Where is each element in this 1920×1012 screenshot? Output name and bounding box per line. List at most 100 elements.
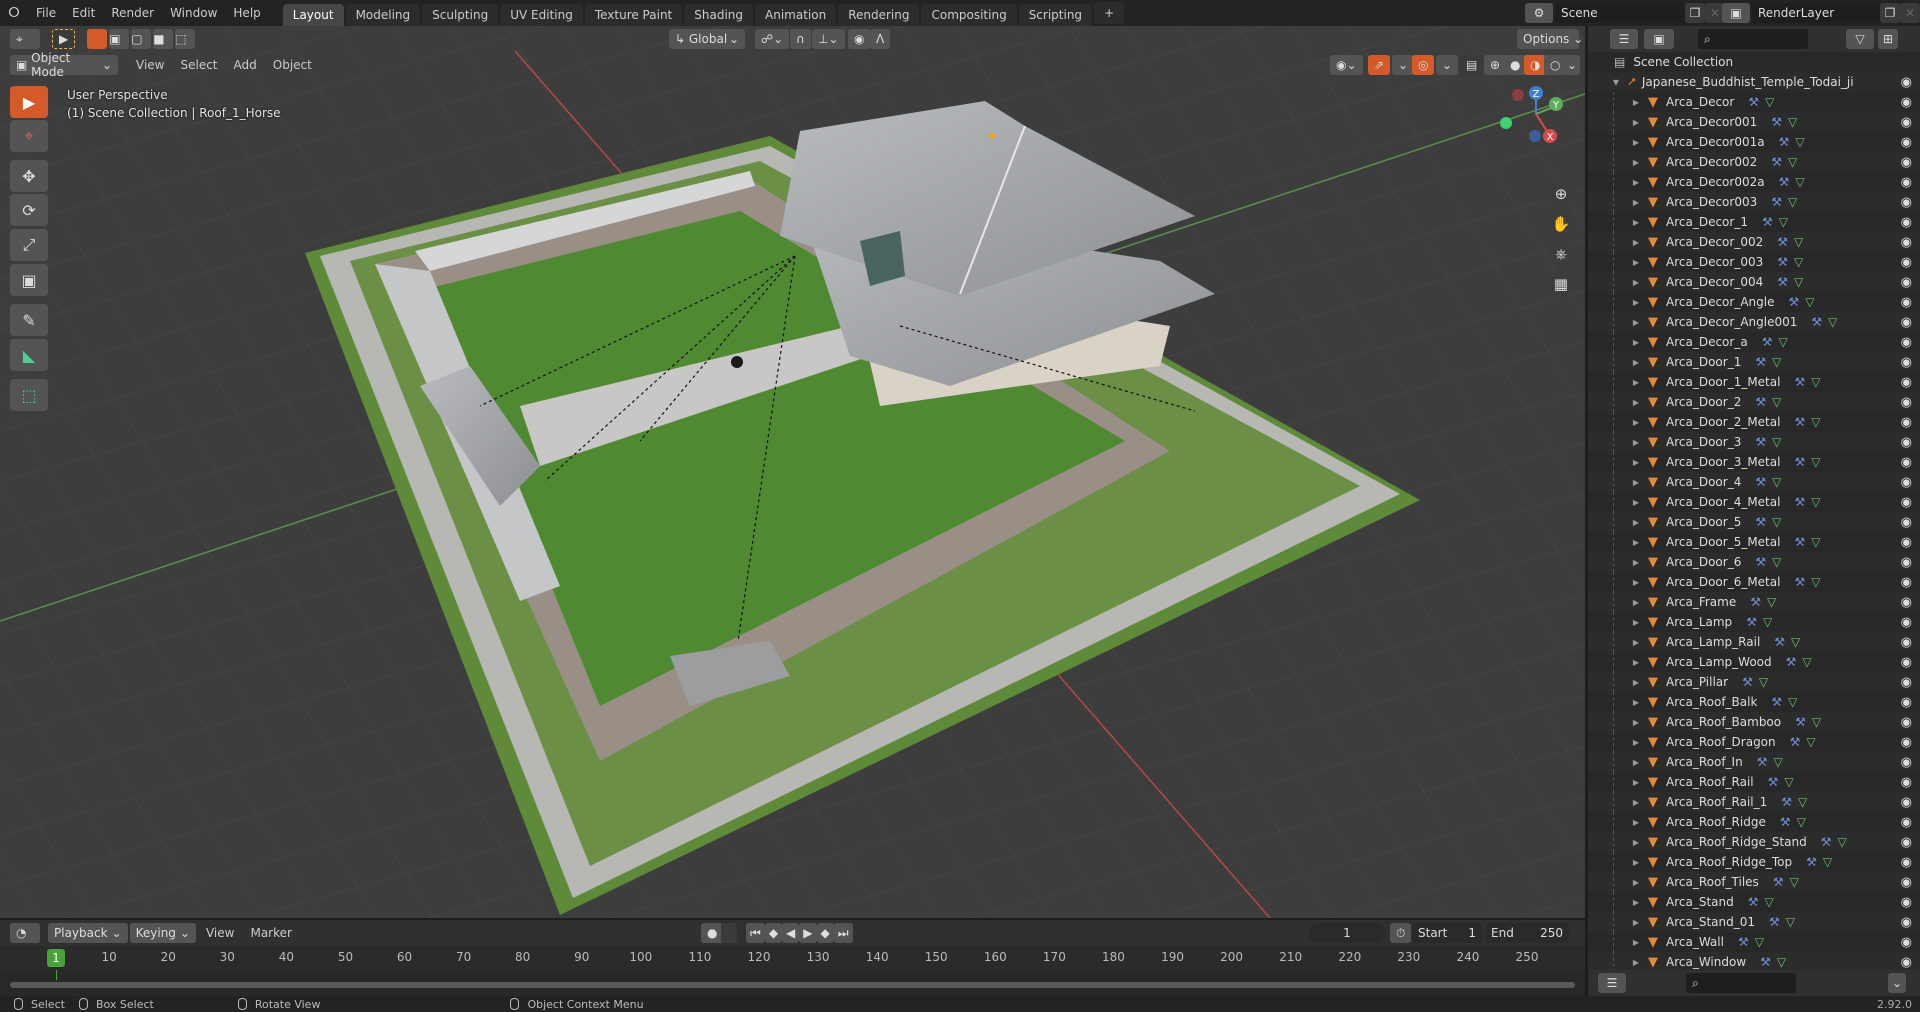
outliner-item[interactable]: ▶ ▼ Arca_Decor_1 ⚒ ▽ ◉ [1588,212,1920,232]
expand-icon[interactable]: ▶ [1630,538,1642,547]
visibility-eye-icon[interactable]: ◉ [1901,475,1912,490]
visibility-eye-icon[interactable]: ◉ [1901,155,1912,170]
mesh-data-icon[interactable]: ▽ [1828,315,1837,329]
mesh-data-icon[interactable]: ▽ [1772,355,1781,369]
tab-scripting[interactable]: Scripting [1018,4,1093,26]
outliner-item[interactable]: ▶ ▼ Arca_Decor_002 ⚒ ▽ ◉ [1588,232,1920,252]
display-mode-icon[interactable]: ☰ [1610,29,1638,49]
expand-icon[interactable]: ▶ [1630,658,1642,667]
visibility-eye-icon[interactable]: ◉ [1901,275,1912,290]
outliner-item[interactable]: ▶ ▼ Arca_Roof_Ridge_Top ⚒ ▽ ◉ [1588,852,1920,872]
outliner-item[interactable]: ▶ ▼ Arca_Door_1_Metal ⚒ ▽ ◉ [1588,372,1920,392]
mesh-data-icon[interactable]: ▽ [1788,195,1797,209]
mesh-data-icon[interactable]: ▽ [1786,915,1795,929]
end-frame-field[interactable]: End 250 [1485,923,1569,943]
modifier-wrench-icon[interactable]: ⚒ [1795,715,1806,729]
options-dropdown[interactable]: Options ⌄ [1517,29,1583,49]
visibility-eye-icon[interactable]: ◉ [1901,335,1912,350]
expand-icon[interactable]: ▶ [1630,818,1642,827]
visibility-eye-icon[interactable]: ◉ [1901,635,1912,650]
expand-icon[interactable]: ▶ [1630,458,1642,467]
modifier-wrench-icon[interactable]: ⚒ [1794,415,1805,429]
modifier-wrench-icon[interactable]: ⚒ [1755,555,1766,569]
menu-render[interactable]: Render [103,0,162,26]
mesh-data-icon[interactable]: ▽ [1811,535,1820,549]
start-frame-field[interactable]: Start 1 [1412,923,1482,943]
modifier-wrench-icon[interactable]: ⚒ [1779,135,1790,149]
expand-icon[interactable]: ▶ [1630,258,1642,267]
expand-icon[interactable]: ▶ [1630,518,1642,527]
modifier-wrench-icon[interactable]: ⚒ [1748,895,1759,909]
expand-icon[interactable]: ▶ [1630,338,1642,347]
outliner-item[interactable]: ▶ ▼ Arca_Door_6_Metal ⚒ ▽ ◉ [1588,572,1920,592]
modifier-wrench-icon[interactable]: ⚒ [1794,455,1805,469]
expand-icon[interactable]: ▶ [1630,918,1642,927]
view-layer-icon[interactable]: ▣ [1722,3,1750,23]
mesh-data-icon[interactable]: ▽ [1778,335,1787,349]
expand-icon[interactable]: ▶ [1630,618,1642,627]
outliner-item[interactable]: ▶ ▼ Arca_Roof_Tiles ⚒ ▽ ◉ [1588,872,1920,892]
footer-search-input[interactable]: ⌕ [1686,973,1796,993]
visibility-eye-icon[interactable]: ◉ [1901,455,1912,470]
modifier-wrench-icon[interactable]: ⚒ [1794,495,1805,509]
outliner-item[interactable]: ▶ ▼ Arca_Door_4 ⚒ ▽ ◉ [1588,472,1920,492]
expand-icon[interactable]: ▶ [1630,158,1642,167]
visibility-eye-icon[interactable]: ◉ [1901,655,1912,670]
timeline-scrollbar[interactable] [10,982,1575,988]
scale-tool[interactable]: ⤢ [10,229,48,261]
visibility-eye-icon[interactable]: ◉ [1901,315,1912,330]
mesh-data-icon[interactable]: ▽ [1811,455,1820,469]
modifier-wrench-icon[interactable]: ⚒ [1774,635,1785,649]
tab-animation[interactable]: Animation [755,4,837,26]
outliner-item[interactable]: ▶ ▼ Arca_Wall ⚒ ▽ ◉ [1588,932,1920,952]
visibility-eye-icon[interactable]: ◉ [1901,95,1912,110]
mesh-data-icon[interactable]: ▽ [1788,695,1797,709]
outliner-panel[interactable]: ☰ ▣ ⌕ ▽ ⊞ ▤ Scene Collection ▼ ⭧ Japanes… [1588,26,1920,972]
filter-view-layer-icon[interactable]: ▣ [1644,29,1674,49]
visibility-eye-icon[interactable]: ◉ [1901,135,1912,150]
outliner-item[interactable]: ▶ ▼ Arca_Decor ⚒ ▽ ◉ [1588,92,1920,112]
visibility-eye-icon[interactable]: ◉ [1901,935,1912,950]
mesh-data-icon[interactable]: ▽ [1838,835,1847,849]
new-view-layer-icon[interactable]: ❐ [1880,3,1900,23]
expand-icon[interactable]: ▶ [1630,958,1642,967]
scene-collection-row[interactable]: ▤ Scene Collection [1588,52,1920,72]
modifier-wrench-icon[interactable]: ⚒ [1738,935,1749,949]
delete-view-layer-icon[interactable]: ✕ [1900,3,1920,23]
visibility-eye-icon[interactable]: ◉ [1901,195,1912,210]
mesh-data-icon[interactable]: ▽ [1772,395,1781,409]
outliner-item[interactable]: ▶ ▼ Arca_Lamp_Wood ⚒ ▽ ◉ [1588,652,1920,672]
modifier-wrench-icon[interactable]: ⚒ [1771,115,1782,129]
visibility-eye-icon[interactable]: ◉ [1901,955,1912,970]
scene-selector-icon[interactable]: ⚙︎ [1525,3,1553,23]
modifier-wrench-icon[interactable]: ⚒ [1755,395,1766,409]
outliner-item[interactable]: ▶ ▼ Arca_Door_1 ⚒ ▽ ◉ [1588,352,1920,372]
outliner-item[interactable]: ▶ ▼ Arca_Roof_Dragon ⚒ ▽ ◉ [1588,732,1920,752]
visibility-eye-icon[interactable]: ◉ [1901,595,1912,610]
expand-icon[interactable]: ▶ [1630,238,1642,247]
modifier-wrench-icon[interactable]: ⚒ [1768,775,1779,789]
visibility-eye-icon[interactable]: ◉ [1901,495,1912,510]
outliner-item[interactable]: ▶ ▼ Arca_Door_2 ⚒ ▽ ◉ [1588,392,1920,412]
expand-icon[interactable]: ▶ [1630,418,1642,427]
ortho-toggle-grid-icon[interactable]: ▦ [1547,270,1575,298]
outliner-search-input[interactable]: ⌕ [1698,29,1808,49]
timeline-editor-icon[interactable]: ◔ [10,923,40,943]
modifier-wrench-icon[interactable]: ⚒ [1755,475,1766,489]
outliner-item[interactable]: ▶ ▼ Arca_Frame ⚒ ▽ ◉ [1588,592,1920,612]
outliner-item[interactable]: ▶ ▼ Arca_Roof_Ridge ⚒ ▽ ◉ [1588,812,1920,832]
outliner-item[interactable]: ▶ ▼ Arca_Decor_004 ⚒ ▽ ◉ [1588,272,1920,292]
outliner-item[interactable]: ▶ ▼ Arca_Lamp ⚒ ▽ ◉ [1588,612,1920,632]
modifier-wrench-icon[interactable]: ⚒ [1742,675,1753,689]
viewport-menu-view[interactable]: View [128,58,172,72]
outliner-item[interactable]: ▶ ▼ Arca_Door_5_Metal ⚒ ▽ ◉ [1588,532,1920,552]
filter-icon[interactable]: ▽ [1846,29,1874,49]
visibility-eye-icon[interactable]: ◉ [1901,755,1912,770]
viewport-menu-select[interactable]: Select [172,58,225,72]
modifier-wrench-icon[interactable]: ⚒ [1771,695,1782,709]
mesh-data-icon[interactable]: ▽ [1777,955,1786,969]
visibility-eye-icon[interactable]: ◉ [1901,535,1912,550]
select-box-tool[interactable]: ▶ [10,86,48,118]
expand-icon[interactable]: ▶ [1630,98,1642,107]
modifier-wrench-icon[interactable]: ⚒ [1762,215,1773,229]
